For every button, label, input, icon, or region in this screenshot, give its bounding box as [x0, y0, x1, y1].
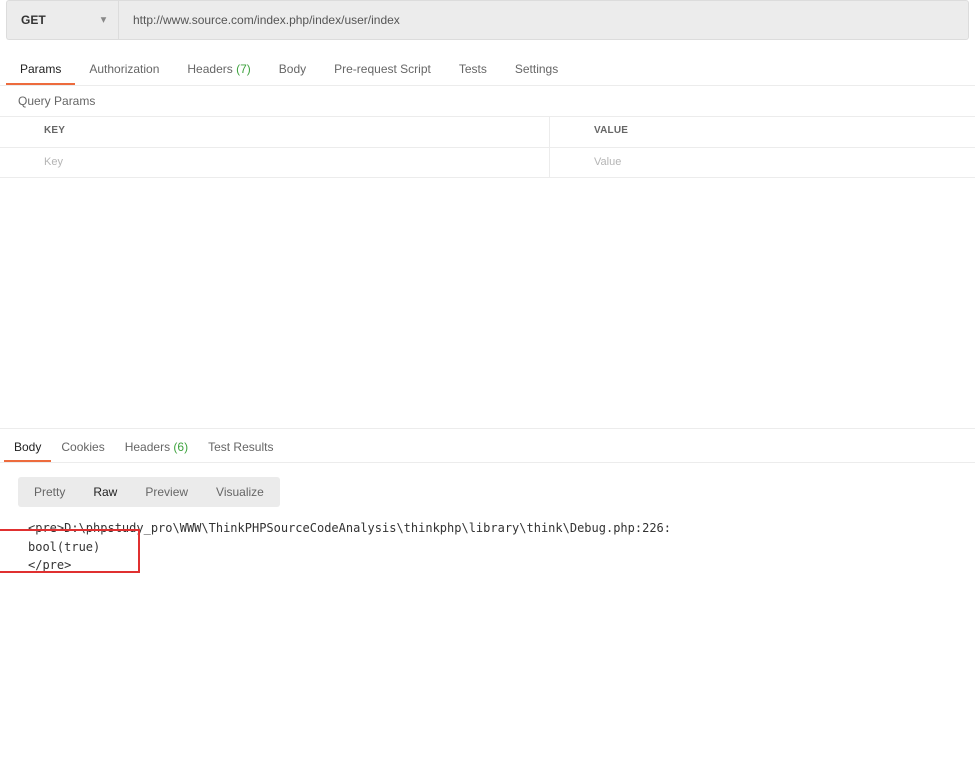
url-input[interactable]: http://www.source.com/index.php/index/us…	[118, 0, 969, 40]
params-key-header: KEY	[0, 117, 550, 147]
params-header-row: KEY VALUE	[0, 117, 975, 147]
resp-tab-cookies[interactable]: Cookies	[51, 432, 114, 462]
view-pretty[interactable]: Pretty	[20, 479, 79, 505]
resp-tab-headers[interactable]: Headers (6)	[115, 432, 198, 462]
caret-down-icon: ▾	[101, 15, 106, 26]
view-raw[interactable]: Raw	[79, 479, 131, 505]
tab-headers-count: (7)	[236, 62, 251, 76]
view-preview[interactable]: Preview	[131, 479, 202, 505]
response-line-3: </pre>	[28, 556, 957, 575]
tab-prerequest[interactable]: Pre-request Script	[320, 53, 445, 85]
tab-headers-label: Headers	[187, 62, 232, 76]
resp-tab-body[interactable]: Body	[4, 432, 51, 462]
tab-tests[interactable]: Tests	[445, 53, 501, 85]
response-tabs: Body Cookies Headers (6) Test Results	[0, 429, 975, 463]
http-method-label: GET	[21, 13, 46, 27]
response-body[interactable]: <pre>D:\phpstudy_pro\WWW\ThinkPHPSourceC…	[0, 515, 975, 593]
request-tabs: Params Authorization Headers (7) Body Pr…	[0, 40, 975, 86]
params-value-input[interactable]: Value	[550, 148, 975, 177]
url-text: http://www.source.com/index.php/index/us…	[133, 13, 400, 27]
response-line-2: bool(true)	[28, 538, 957, 557]
tab-params[interactable]: Params	[6, 53, 75, 85]
spacer	[0, 178, 975, 428]
query-params-heading: Query Params	[0, 86, 975, 117]
resp-tab-headers-label: Headers	[125, 440, 170, 454]
view-visualize[interactable]: Visualize	[202, 479, 278, 505]
tab-headers[interactable]: Headers (7)	[173, 53, 264, 85]
resp-tab-headers-count: (6)	[173, 440, 188, 454]
params-key-input[interactable]: Key	[0, 148, 550, 177]
params-value-header: VALUE	[550, 117, 975, 147]
http-method-select[interactable]: GET ▾	[6, 0, 118, 40]
tab-body[interactable]: Body	[265, 53, 320, 85]
params-empty-row[interactable]: Key Value	[0, 147, 975, 177]
params-table: KEY VALUE Key Value	[0, 117, 975, 178]
response-line-1: <pre>D:\phpstudy_pro\WWW\ThinkPHPSourceC…	[28, 519, 957, 538]
resp-tab-test-results[interactable]: Test Results	[198, 432, 283, 462]
response-section: Body Cookies Headers (6) Test Results Pr…	[0, 428, 975, 593]
tab-settings[interactable]: Settings	[501, 53, 572, 85]
view-mode-toggle: Pretty Raw Preview Visualize	[18, 477, 280, 507]
tab-authorization[interactable]: Authorization	[75, 53, 173, 85]
